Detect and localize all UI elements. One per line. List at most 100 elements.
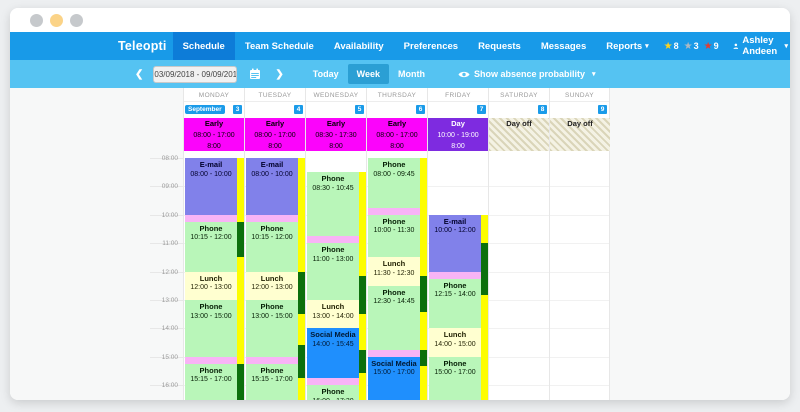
date-range-input[interactable] xyxy=(153,65,238,83)
activity-block-social[interactable]: Social Media 15:00 - 17:00 xyxy=(368,356,420,400)
brand-logo: Teleopti xyxy=(118,39,167,53)
activity-block-break[interactable] xyxy=(185,214,237,222)
activity-block-lunch[interactable]: Lunch 11:30 - 12:30 xyxy=(368,257,420,286)
activity-block-email[interactable]: E-mail 08:00 - 10:00 xyxy=(185,158,237,215)
date-badge: 6 xyxy=(416,105,425,114)
star-icon: ★ xyxy=(683,40,693,52)
activity-block-phone[interactable]: Phone 12:15 - 14:00 xyxy=(429,278,481,329)
nav-item-team-schedule[interactable]: Team Schedule xyxy=(235,32,324,60)
star-icon: ★ xyxy=(703,40,713,52)
hour-gridline xyxy=(550,271,609,273)
day-column-monday: MONDAY September 3 Early 08:00 - 17:00 8:00 E-… xyxy=(183,88,244,400)
shift-summary-early[interactable]: Early 08:00 - 17:00 8:00 xyxy=(245,118,305,151)
activity-block-break[interactable] xyxy=(368,349,420,357)
shift-summary-day[interactable]: Day 10:00 - 19:00 8:00 xyxy=(428,118,488,151)
calendar-picker-button[interactable] xyxy=(249,68,261,80)
nav-item-reports[interactable]: Reports ▾ xyxy=(596,32,658,60)
activity-block-break[interactable] xyxy=(368,207,420,215)
time-axis-label: 13:00 xyxy=(161,297,178,304)
activity-block-phone[interactable]: Phone 12:30 - 14:45 xyxy=(368,285,420,350)
day-name-label: SATURDAY xyxy=(489,88,549,102)
activity-block-lunch[interactable]: Lunch 12:00 - 13:00 xyxy=(246,271,298,300)
month-view-button[interactable]: Month xyxy=(389,64,434,84)
browser-window: Teleopti Schedule Team Schedule Availabili… xyxy=(10,8,790,400)
calendar-grid: 08:00 09:00 10:00 11:00 12:00 13:00 14:00 15:00… xyxy=(10,88,790,400)
hour-gridline xyxy=(489,385,549,387)
activity-block-phone[interactable]: Phone 13:00 - 15:00 xyxy=(185,300,237,357)
activity-block-phone[interactable]: Phone 08:30 - 10:45 xyxy=(307,172,359,237)
window-dot-icon xyxy=(70,13,83,27)
week-view-button[interactable]: Week xyxy=(347,64,389,84)
day-name-label: TUESDAY xyxy=(245,88,305,102)
day-column-saturday: SATURDAY 8 Day off xyxy=(488,88,549,400)
nav-right-group: ★ 8 ★ 3 ★ 9 Ashley Andeen ▾ xyxy=(659,32,788,60)
time-axis-label: 12:00 xyxy=(161,268,178,276)
shift-summary-early[interactable]: Early 08:30 - 17:30 8:00 xyxy=(306,118,366,151)
activity-block-email[interactable]: E-mail 10:00 - 12:00 xyxy=(429,214,481,272)
activity-block-email[interactable]: E-mail 08:00 - 10:00 xyxy=(246,158,298,215)
activity-block-lunch[interactable]: Lunch 12:00 - 13:00 xyxy=(185,271,237,300)
activity-block-lunch[interactable]: Lunch 13:00 - 14:00 xyxy=(307,300,359,329)
activity-block-break[interactable] xyxy=(246,356,298,364)
absence-probability-bar xyxy=(237,158,244,400)
nav-item-availability[interactable]: Availability xyxy=(324,32,394,60)
badge-count: 9 xyxy=(713,41,719,51)
activity-block-break[interactable] xyxy=(429,271,481,279)
hour-gridline xyxy=(489,328,549,330)
activity-block-phone[interactable]: Phone 08:00 - 09:45 xyxy=(368,158,420,208)
activity-block-phone[interactable]: Phone 15:00 - 17:00 xyxy=(429,356,481,400)
month-badge: September xyxy=(185,105,225,114)
shift-summary-dayoff[interactable]: Day off xyxy=(489,118,549,151)
absence-probability-high-segment xyxy=(359,349,366,374)
nav-item-messages[interactable]: Messages xyxy=(531,32,596,60)
day-name-label: SUNDAY xyxy=(550,88,609,102)
person-icon xyxy=(733,43,738,49)
date-badge: 3 xyxy=(233,105,242,114)
activity-block-break[interactable] xyxy=(307,378,359,386)
today-button[interactable]: Today xyxy=(304,64,348,84)
nav-item-preferences[interactable]: Preferences xyxy=(394,32,468,60)
absence-probability-bar xyxy=(420,158,427,400)
activity-block-social[interactable]: Social Media 14:00 - 15:45 xyxy=(307,328,359,379)
hour-gridline xyxy=(489,356,549,358)
nav-item-schedule[interactable]: Schedule xyxy=(172,32,235,60)
eye-icon xyxy=(458,71,470,77)
shift-summary-early[interactable]: Early 08:00 - 17:00 8:00 xyxy=(367,118,427,151)
shift-summary-dayoff[interactable]: Day off xyxy=(550,118,610,151)
hour-gridline xyxy=(550,356,609,358)
absence-probability-high-segment xyxy=(420,349,427,367)
activity-block-phone[interactable]: Phone 10:15 - 12:00 xyxy=(185,221,237,272)
time-axis-label: 09:00 xyxy=(161,183,178,191)
activity-block-phone[interactable]: Phone 11:00 - 13:00 xyxy=(307,243,359,300)
activity-block-phone[interactable]: Phone 15:15 - 17:00 xyxy=(246,363,298,400)
day-column-sunday: SUNDAY 9 Day off xyxy=(549,88,610,400)
hour-gridline xyxy=(489,186,549,188)
activity-block-lunch[interactable]: Lunch 14:00 - 15:00 xyxy=(429,328,481,357)
shift-summary-early[interactable]: Early 08:00 - 17:00 8:00 xyxy=(184,118,244,151)
next-week-button[interactable]: ❯ xyxy=(265,69,293,80)
activity-block-phone[interactable]: Phone16:00 - 17:30 xyxy=(307,385,359,400)
hour-gridline xyxy=(550,328,609,330)
activity-block-phone[interactable]: Phone 10:00 - 11:30 xyxy=(368,214,420,258)
user-name: Ashley Andeen xyxy=(742,35,778,57)
hour-gridline xyxy=(550,214,609,216)
absence-probability-bar xyxy=(359,172,366,400)
show-absence-probability-toggle[interactable]: Show absence probability ▾ xyxy=(458,69,596,79)
day-name-label: WEDNESDAY xyxy=(306,88,366,102)
activity-block-break[interactable] xyxy=(307,236,359,244)
time-axis-label: 16:00 xyxy=(161,382,178,390)
absence-label: Show absence probability xyxy=(473,69,586,79)
activity-block-phone[interactable]: Phone 15:15 - 17:00 xyxy=(185,363,237,400)
time-axis-label: 10:00 xyxy=(161,211,178,219)
gamification-badges: ★ 8 ★ 3 ★ 9 xyxy=(659,41,719,52)
user-menu[interactable]: Ashley Andeen ▾ xyxy=(733,35,788,57)
absence-probability-high-segment xyxy=(420,276,427,312)
prev-week-button[interactable]: ❮ xyxy=(125,69,153,80)
activity-block-break[interactable] xyxy=(185,356,237,364)
activity-block-break[interactable] xyxy=(246,214,298,222)
day-column-thursday: THURSDAY 6 Early 08:00 - 17:00 8:00 Phone 08:0… xyxy=(366,88,427,400)
activity-block-phone[interactable]: Phone 13:00 - 15:00 xyxy=(246,300,298,357)
activity-block-phone[interactable]: Phone 10:15 - 12:00 xyxy=(246,221,298,272)
nav-item-requests[interactable]: Requests xyxy=(468,32,531,60)
date-badge: 4 xyxy=(294,105,303,114)
